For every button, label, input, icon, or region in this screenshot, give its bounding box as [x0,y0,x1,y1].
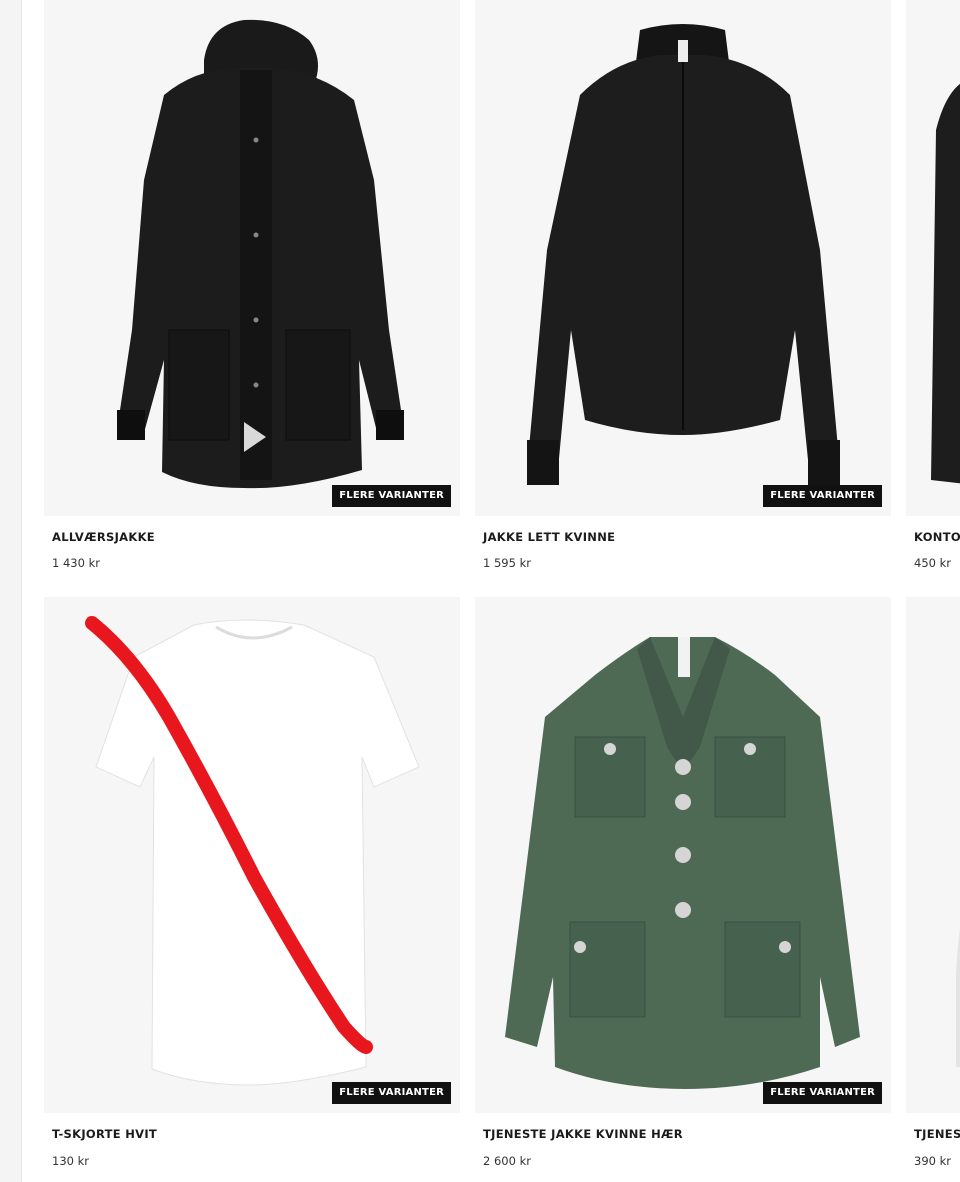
white-tshirt-image [85,616,420,1086]
flere-varianter-badge[interactable]: FLERE VARIANTER [332,485,451,507]
product-card-t-skjorte-hvit[interactable]: FLERE VARIANTER T-SKJORTE HVIT 130 kr [44,597,460,1182]
garment-partial-image [956,928,960,1067]
product-price: 450 kr [914,556,951,570]
product-price: 1 430 kr [52,556,100,570]
product-title[interactable]: JAKKE LETT KVINNE [483,530,615,544]
flere-varianter-badge[interactable]: FLERE VARIANTER [763,1082,882,1104]
green-uniform-jacket-image [505,637,860,1089]
black-parka-jacket-image [117,19,404,489]
product-title[interactable]: TJENES [914,1127,960,1141]
product-image-black-parka[interactable]: FLERE VARIANTER [44,0,460,516]
product-card-jakke-lett-kvinne[interactable]: FLERE VARIANTER JAKKE LETT KVINNE 1 595 … [475,0,891,580]
flere-varianter-badge[interactable]: FLERE VARIANTER [332,1082,451,1104]
black-zip-jacket-image [527,24,840,485]
product-card-tjeneste-jakke-kvinne-haer[interactable]: FLERE VARIANTER TJENESTE JAKKE KVINNE HÆ… [475,597,891,1182]
product-card-partial-2[interactable]: TJENES 390 kr [906,597,960,1182]
flere-varianter-badge[interactable]: FLERE VARIANTER [763,485,882,507]
product-title[interactable]: KONTO [914,530,960,544]
product-price: 1 595 kr [483,556,531,570]
product-image-green-uniform[interactable]: FLERE VARIANTER [475,597,891,1113]
product-card-partial-1[interactable]: KONTO 450 kr [906,0,960,580]
product-image-white-tshirt[interactable]: FLERE VARIANTER [44,597,460,1113]
left-filter-rail [0,0,22,1182]
product-title[interactable]: T-SKJORTE HVIT [52,1127,157,1141]
black-garment-partial-image [931,83,960,484]
product-image-partial-1[interactable] [906,0,960,516]
product-title[interactable]: TJENESTE JAKKE KVINNE HÆR [483,1127,683,1141]
product-price: 130 kr [52,1154,89,1168]
product-image-black-zip-jacket[interactable]: FLERE VARIANTER [475,0,891,516]
product-card-allvaersjakke[interactable]: FLERE VARIANTER ALLVÆRSJAKKE 1 430 kr [44,0,460,580]
product-image-partial-2[interactable] [906,597,960,1113]
product-price: 2 600 kr [483,1154,531,1168]
product-title[interactable]: ALLVÆRSJAKKE [52,530,155,544]
product-price: 390 kr [914,1154,951,1168]
